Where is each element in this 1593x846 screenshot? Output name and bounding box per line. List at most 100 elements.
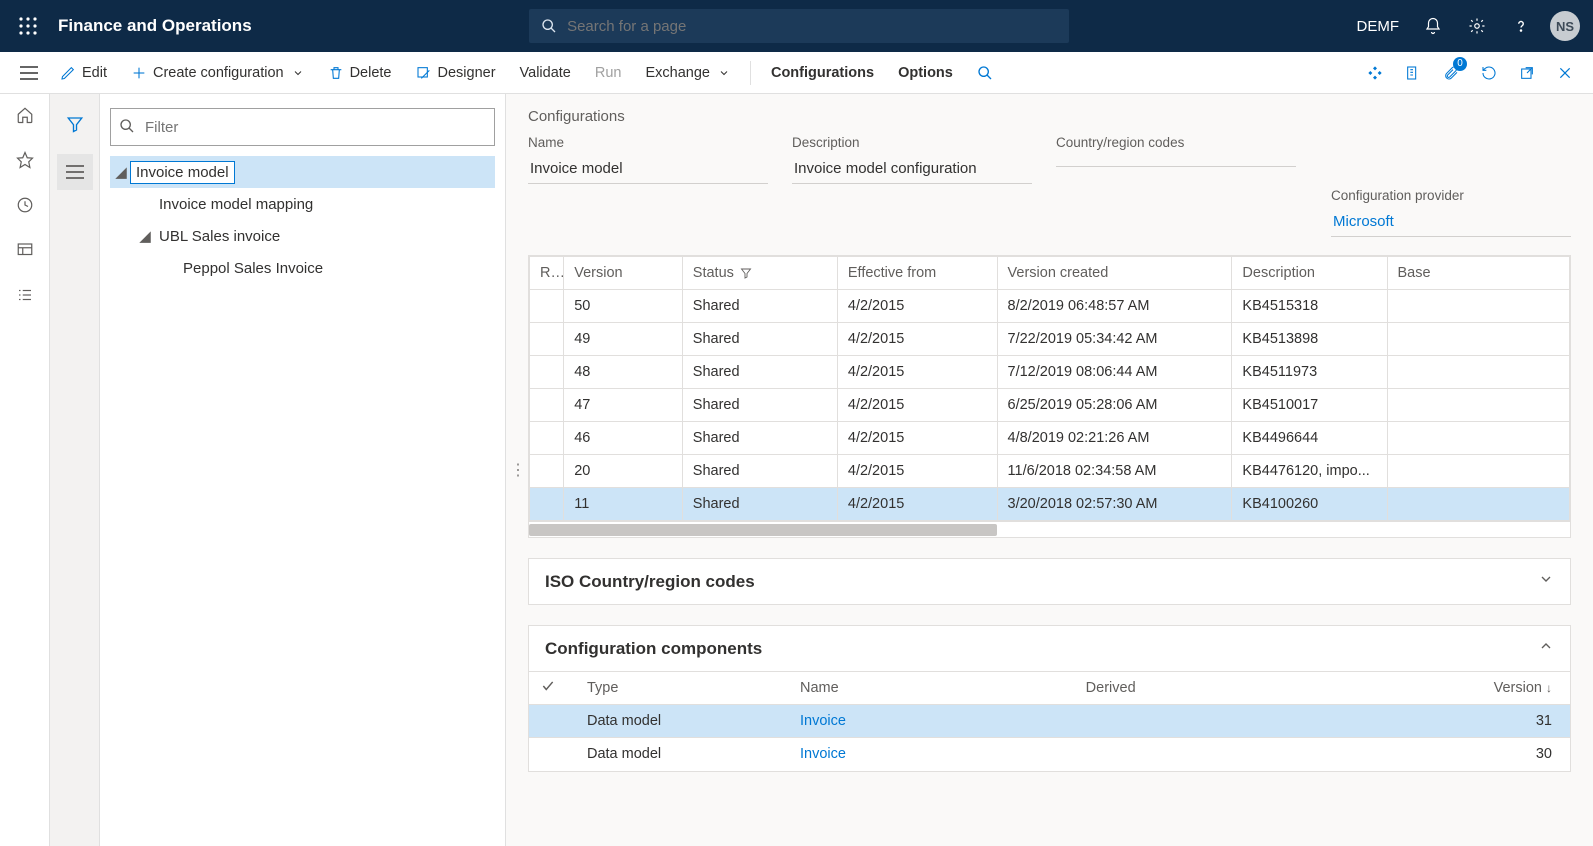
options-tab[interactable]: Options	[886, 59, 965, 87]
cell-name: Invoice	[788, 705, 1074, 738]
components-expander[interactable]: Configuration components	[529, 626, 1570, 671]
col-version[interactable]: Version↓	[1255, 672, 1570, 705]
search-icon	[541, 18, 557, 34]
provider-label: Configuration provider	[1331, 188, 1571, 203]
workspaces-icon[interactable]	[16, 241, 34, 264]
cell: 4/2/2015	[837, 422, 997, 455]
cell: KB4476120, impo...	[1232, 455, 1387, 488]
cell-type: Data model	[575, 705, 788, 738]
cell	[1387, 455, 1570, 488]
cell: 7/12/2019 08:06:44 AM	[997, 356, 1232, 389]
designer-button[interactable]: Designer	[404, 59, 508, 87]
version-row[interactable]: 47Shared4/2/20156/25/2019 05:28:06 AMKB4…	[530, 389, 1570, 422]
help-icon[interactable]	[1501, 0, 1541, 52]
popout-icon[interactable]	[1509, 55, 1545, 91]
cell: KB4100260	[1232, 488, 1387, 521]
page-search-button[interactable]	[965, 59, 1005, 87]
col-rebase[interactable]: R...	[530, 257, 564, 290]
col-derived[interactable]: Derived	[1074, 672, 1256, 705]
col-version[interactable]: Version	[564, 257, 683, 290]
provider-link[interactable]: Microsoft	[1331, 209, 1571, 237]
connected-apps-icon[interactable]	[1357, 55, 1393, 91]
tree-panel: ◢Invoice modelInvoice model mapping◢UBL …	[100, 94, 506, 846]
col-description[interactable]: Description	[1232, 257, 1387, 290]
col-version-created[interactable]: Version created	[997, 257, 1232, 290]
cell: 3/20/2018 02:57:30 AM	[997, 488, 1232, 521]
col-select[interactable]	[529, 672, 575, 705]
tree-caret-icon[interactable]: ◢	[112, 163, 130, 181]
cell-type: Data model	[575, 738, 788, 771]
cell: 20	[564, 455, 683, 488]
col-status[interactable]: Status	[682, 257, 837, 290]
splitter-handle[interactable]: ⋮⋮	[506, 450, 514, 490]
create-configuration-button[interactable]: Create configuration	[119, 59, 316, 87]
cell	[530, 290, 564, 323]
global-search[interactable]	[529, 9, 1069, 43]
attachments-badge: 0	[1453, 57, 1467, 71]
environment-label[interactable]: DEMF	[1347, 18, 1410, 35]
component-name-link[interactable]: Invoice	[800, 713, 846, 729]
favorites-icon[interactable]	[16, 151, 34, 174]
chevron-down-icon	[718, 67, 730, 79]
version-row[interactable]: 11Shared4/2/20153/20/2018 02:57:30 AMKB4…	[530, 488, 1570, 521]
global-search-input[interactable]	[567, 18, 1057, 35]
version-row[interactable]: 49Shared4/2/20157/22/2019 05:34:42 AMKB4…	[530, 323, 1570, 356]
version-row[interactable]: 20Shared4/2/201511/6/2018 02:34:58 AMKB4…	[530, 455, 1570, 488]
cell: 46	[564, 422, 683, 455]
col-base[interactable]: Base	[1387, 257, 1570, 290]
cell	[1387, 323, 1570, 356]
configurations-tab[interactable]: Configurations	[759, 59, 886, 87]
version-row[interactable]: 46Shared4/2/20154/8/2019 02:21:26 AMKB44…	[530, 422, 1570, 455]
iso-codes-expander[interactable]: ISO Country/region codes	[529, 559, 1570, 604]
cell	[530, 356, 564, 389]
attachments-icon[interactable]: 0	[1433, 55, 1469, 91]
description-value[interactable]: Invoice model configuration	[792, 156, 1032, 184]
cell	[530, 488, 564, 521]
edit-button[interactable]: Edit	[48, 59, 119, 87]
exchange-button[interactable]: Exchange	[633, 59, 742, 87]
open-office-icon[interactable]	[1395, 55, 1431, 91]
tree-filter-input[interactable]	[110, 108, 495, 146]
app-title: Finance and Operations	[58, 16, 252, 36]
version-row[interactable]: 48Shared4/2/20157/12/2019 08:06:44 AMKB4…	[530, 356, 1570, 389]
cell: 11	[564, 488, 683, 521]
tree-item[interactable]: ◢UBL Sales invoice	[110, 220, 495, 252]
cell: KB4511973	[1232, 356, 1387, 389]
cell: 48	[564, 356, 683, 389]
modules-icon[interactable]	[16, 286, 34, 309]
list-view-icon[interactable]	[57, 154, 93, 190]
delete-button[interactable]: Delete	[316, 59, 404, 87]
component-row[interactable]: Data modelInvoice31	[529, 705, 1570, 738]
tree-item[interactable]: Peppol Sales Invoice	[110, 252, 495, 284]
pencil-icon	[60, 65, 76, 81]
tree-caret-icon[interactable]: ◢	[136, 227, 154, 245]
col-effective-from[interactable]: Effective from	[837, 257, 997, 290]
version-row[interactable]: 50Shared4/2/20158/2/2019 06:48:57 AMKB45…	[530, 290, 1570, 323]
horizontal-scrollbar[interactable]	[529, 521, 1570, 537]
recent-icon[interactable]	[16, 196, 34, 219]
country-codes-value[interactable]	[1056, 156, 1296, 167]
cell: KB4513898	[1232, 323, 1387, 356]
settings-icon[interactable]	[1457, 0, 1497, 52]
waffle-icon[interactable]	[8, 17, 48, 35]
col-name[interactable]: Name	[788, 672, 1074, 705]
home-icon[interactable]	[16, 106, 34, 129]
name-value[interactable]: Invoice model	[528, 156, 768, 184]
navpane-toggle-icon[interactable]	[10, 66, 48, 80]
component-row[interactable]: Data modelInvoice30	[529, 738, 1570, 771]
validate-button[interactable]: Validate	[508, 59, 583, 87]
component-name-link[interactable]: Invoice	[800, 746, 846, 762]
cell	[530, 389, 564, 422]
left-nav-rail	[0, 94, 50, 846]
cell: 47	[564, 389, 683, 422]
refresh-icon[interactable]	[1471, 55, 1507, 91]
notifications-icon[interactable]	[1413, 0, 1453, 52]
user-avatar[interactable]: NS	[1545, 0, 1585, 52]
filter-icon[interactable]	[57, 106, 93, 142]
tree-item[interactable]: Invoice model mapping	[110, 188, 495, 220]
close-icon[interactable]	[1547, 55, 1583, 91]
col-type[interactable]: Type	[575, 672, 788, 705]
iso-codes-section: ISO Country/region codes	[528, 558, 1571, 605]
cell-name: Invoice	[788, 738, 1074, 771]
tree-item[interactable]: ◢Invoice model	[110, 156, 495, 188]
